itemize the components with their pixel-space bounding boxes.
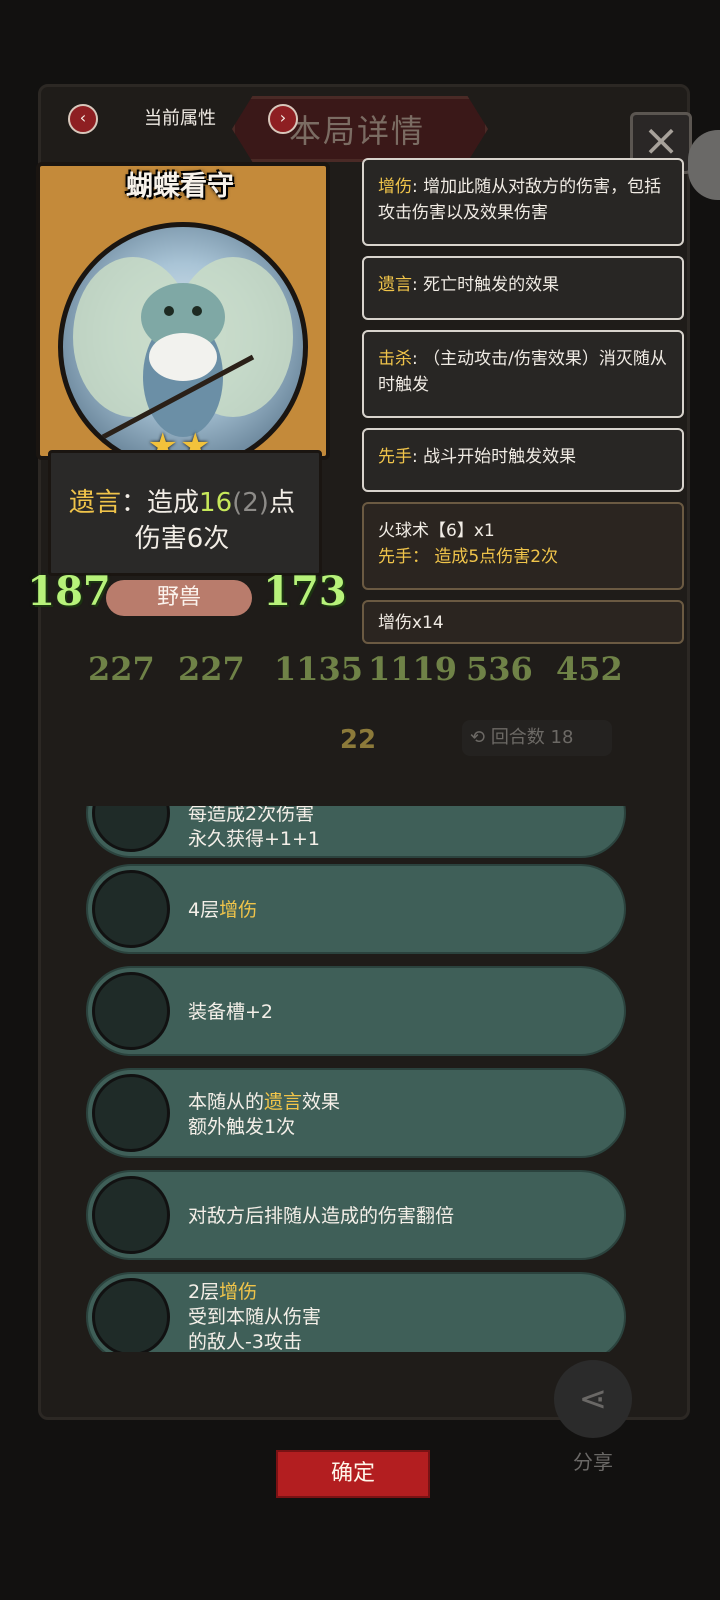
keyword-name: 先手	[378, 447, 412, 467]
board-number: 1135	[274, 650, 364, 688]
equipment-text: 4层	[188, 899, 220, 921]
ability-text: ：造成	[121, 488, 200, 518]
ability-unit: 点	[268, 488, 295, 518]
keyword-name: 遗言	[378, 275, 412, 295]
share-button[interactable]: ⋖	[554, 1360, 632, 1438]
equipment-row[interactable]: 本随从的遗言效果 额外触发1次	[86, 1068, 626, 1158]
header-label: 当前属性	[144, 108, 216, 129]
cloak-icon	[92, 806, 170, 852]
board-number: 227	[178, 650, 245, 688]
keyword-deathrattle: 遗言	[69, 488, 122, 518]
ability-value: 16	[199, 488, 233, 518]
equipment-text: 每造成2次伤害	[188, 806, 315, 825]
equipment-text: 对敌方后排随从造成的伤害翻倍	[188, 1205, 455, 1227]
keyword-name: 增伤	[378, 177, 412, 197]
chevron-left-icon: ‹	[79, 108, 87, 127]
keyword-text: : 增加此随从对敌方的伤害，包括攻击伤害以及效果伤害	[378, 177, 662, 223]
prev-arrow-button[interactable]: ‹	[68, 104, 98, 134]
equipment-text: 受到本随从伤害	[188, 1306, 322, 1328]
frost-book-icon	[92, 1278, 170, 1352]
equipment-keyword: 增伤	[219, 1281, 258, 1303]
round-counter: ⟲ 回合数 18	[462, 720, 612, 756]
keyword-text: : 战斗开始时触发效果	[412, 447, 577, 467]
unit-card: 蝴蝶看守 ★★ 遗言：造成16(2)点 伤害6次 187 野兽 173	[27, 158, 347, 620]
keyword-name: 击杀	[378, 349, 412, 369]
round-value: 18	[550, 727, 574, 748]
ability-bonus: (2)	[232, 488, 269, 518]
effect-keyword: 先手	[378, 547, 412, 567]
equipment-text: 额外触发1次	[188, 1116, 296, 1138]
confirm-button[interactable]: 确定	[276, 1450, 430, 1498]
keyword-panel-damage-boost: 增伤: 增加此随从对敌方的伤害，包括攻击伤害以及效果伤害	[362, 158, 684, 246]
board-number: 536	[466, 650, 533, 688]
board-number: 452	[556, 650, 623, 688]
board-number: 1119	[368, 650, 458, 688]
effect-panel-fireball: 火球术【6】x1 先手： 造成5点伤害2次	[362, 502, 684, 590]
effect-text: ： 造成5点伤害2次	[412, 547, 559, 567]
effect-title: 增伤x14	[378, 613, 444, 633]
equipment-text: 的敌人-3攻击	[188, 1331, 302, 1352]
side-handle[interactable]	[688, 130, 720, 200]
effect-title: 火球术【6】x1	[378, 521, 495, 541]
equipment-row[interactable]: 2层增伤受到本随从伤害 的敌人-3攻击	[86, 1272, 626, 1352]
tribe-badge: 野兽	[106, 580, 252, 616]
keyword-panel-deathrattle: 遗言: 死亡时触发的效果	[362, 256, 684, 320]
effect-panel-damage-stack: 增伤x14	[362, 600, 684, 644]
equipment-row[interactable]: 对敌方后排随从造成的伤害翻倍	[86, 1170, 626, 1260]
equipment-text: 2层	[188, 1281, 220, 1303]
equipment-list[interactable]: 每造成2次伤害 永久获得+1+1 4层增伤 装备槽+2 本随从的遗言效果 额外触发1…	[86, 806, 626, 1352]
chevron-right-icon: ›	[279, 108, 287, 127]
next-arrow-button[interactable]: ›	[268, 104, 298, 134]
equipment-text: 本随从的	[188, 1091, 265, 1113]
equipment-row[interactable]: 每造成2次伤害 永久获得+1+1	[86, 806, 626, 858]
dark-wings-icon	[92, 870, 170, 948]
keyword-panel-first-strike: 先手: 战斗开始时触发效果	[362, 428, 684, 492]
equipment-text: 永久获得+1+1	[188, 828, 321, 850]
keyword-text: : 死亡时触发的效果	[412, 275, 560, 295]
skull-coin-icon	[92, 1074, 170, 1152]
round-label: 回合数	[490, 727, 545, 748]
ability-line-1: 遗言：造成16(2)点	[48, 482, 316, 519]
equipment-keyword: 遗言	[264, 1091, 303, 1113]
turn-counter: 22	[339, 725, 377, 755]
health-value: 173	[263, 568, 347, 615]
equipment-keyword: 增伤	[219, 899, 258, 921]
equipment-row[interactable]: 4层增伤	[86, 864, 626, 954]
sack-icon	[92, 972, 170, 1050]
equipment-text: 效果	[302, 1091, 341, 1113]
attack-value: 187	[27, 568, 111, 615]
share-icon: ⋖	[578, 1379, 608, 1419]
board-number: 227	[88, 650, 155, 688]
ability-line-2: 伤害6次	[134, 524, 230, 554]
equipment-row[interactable]: 装备槽+2	[86, 966, 626, 1056]
crossbow-icon	[92, 1176, 170, 1254]
keyword-panel-kill: 击杀: （主动攻击/伤害效果）消灭随从时触发	[362, 330, 684, 418]
unit-name: 蝴蝶看守	[126, 171, 234, 202]
share-label: 分享	[573, 1450, 613, 1474]
equipment-text: 装备槽+2	[188, 1001, 274, 1023]
keyword-text: : （主动攻击/伤害效果）消灭随从时触发	[378, 349, 667, 395]
